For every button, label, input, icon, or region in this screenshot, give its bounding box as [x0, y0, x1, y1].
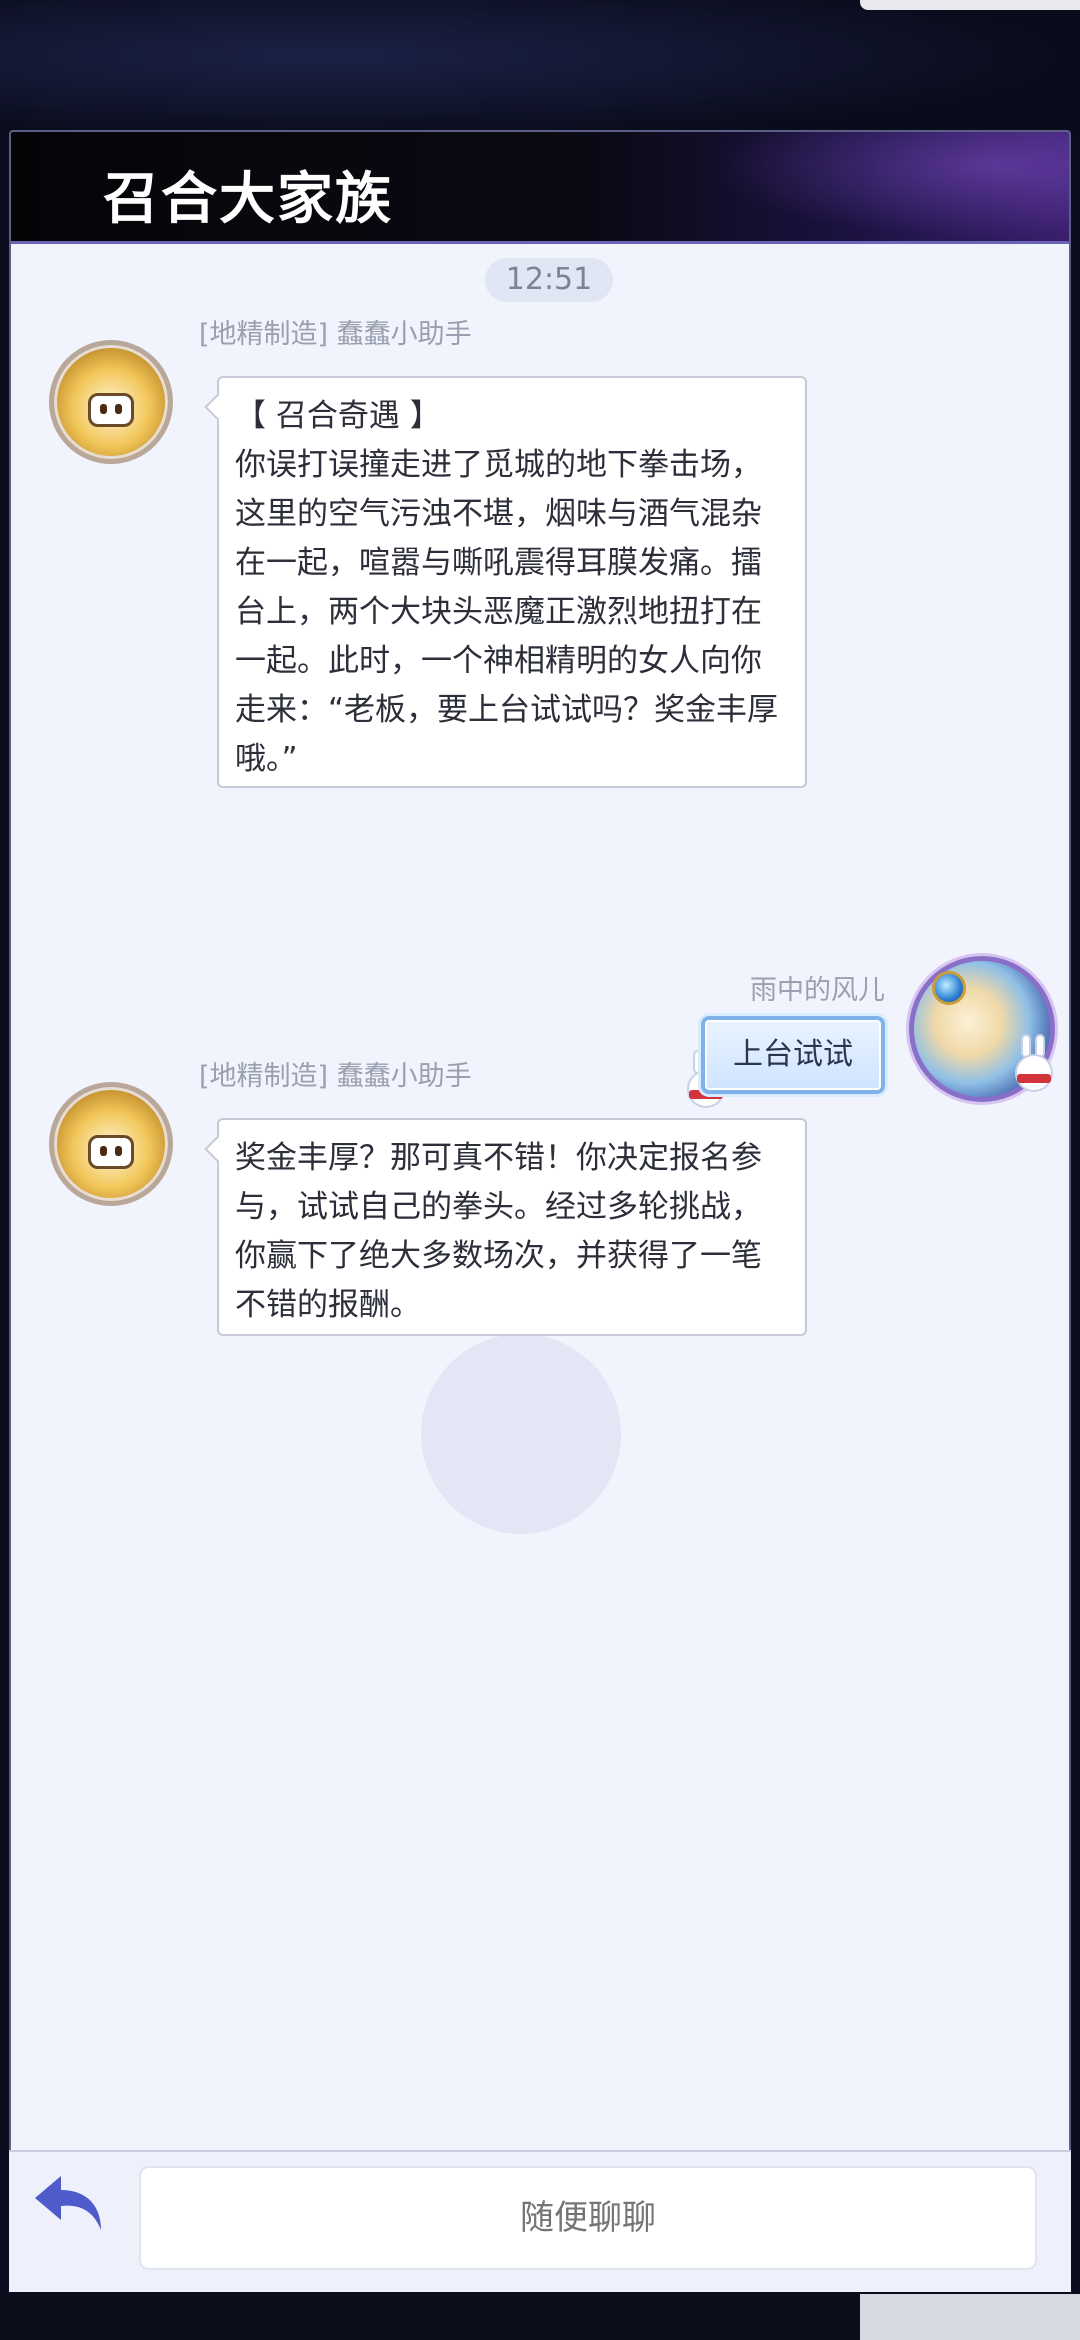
bunny-decoration-icon	[1011, 1034, 1057, 1096]
page-title: 召合大家族	[103, 166, 393, 232]
orb-icon	[932, 971, 966, 1005]
bottom-strip	[0, 2294, 1080, 2340]
bottom-strip-highlight	[860, 2294, 1080, 2340]
message-sender: [地精制造] 蠢蠢小助手	[199, 1061, 472, 1092]
back-button[interactable]	[31, 2170, 109, 2236]
bubble-tail	[204, 394, 230, 420]
message-bubble: 上台试试	[701, 1016, 885, 1094]
background-top	[0, 0, 1080, 140]
message-timestamp: 12:51	[485, 258, 613, 302]
message-text: 奖金丰厚？那可真不错！你决定报名参与，试试自己的拳头。经过多轮挑战，你赢下了绝大…	[235, 1140, 762, 1323]
robot-face-icon	[88, 393, 134, 427]
robot-face-icon	[88, 1135, 134, 1169]
background-glow	[860, 0, 1080, 10]
message-text: 上台试试	[733, 1037, 853, 1072]
chat-area[interactable]: 12:51 [地精制造] 蠢蠢小助手 【 召合奇遇 】 你误打误撞走进了觅城的地…	[11, 244, 1069, 2204]
chat-panel: 召合大家族 12:51 [地精制造] 蠢蠢小助手 【 召合奇遇 】 你误打误撞走…	[9, 130, 1071, 2292]
back-arrow-icon	[35, 2176, 101, 2230]
message-bubble: 【 召合奇遇 】 你误打误撞走进了觅城的地下拳击场，这里的空气污浊不堪，烟味与酒…	[204, 376, 807, 788]
chat-footer	[9, 2150, 1071, 2292]
message-sender: 雨中的风儿	[750, 975, 885, 1006]
bubble-tail	[204, 1136, 230, 1162]
chat-input[interactable]	[139, 2166, 1037, 2270]
message-sender: [地精制造] 蠢蠢小助手	[199, 319, 472, 350]
message-text: 【 召合奇遇 】 你误打误撞走进了觅城的地下拳击场，这里的空气污浊不堪，烟味与酒…	[235, 398, 779, 777]
panel-header: 召合大家族	[11, 132, 1069, 244]
bot-avatar[interactable]	[49, 340, 173, 464]
bot-avatar[interactable]	[49, 1082, 173, 1206]
message-bubble: 奖金丰厚？那可真不错！你决定报名参与，试试自己的拳头。经过多轮挑战，你赢下了绝大…	[204, 1118, 807, 1336]
